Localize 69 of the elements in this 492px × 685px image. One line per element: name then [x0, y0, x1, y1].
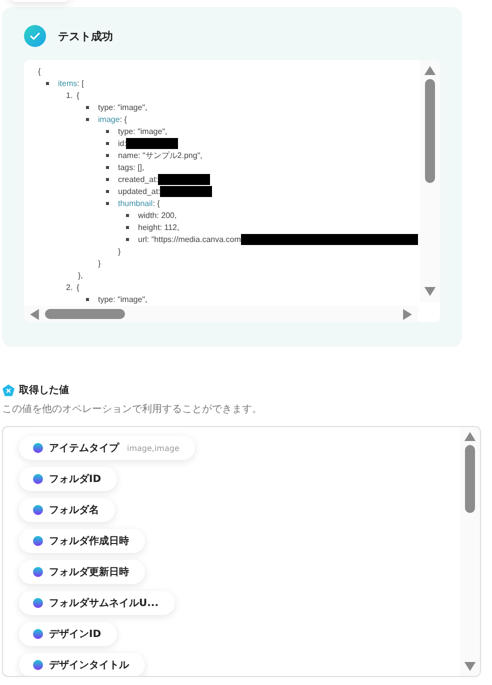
- code-text: {: [76, 90, 80, 100]
- scrollbar-thumb[interactable]: [465, 445, 475, 513]
- code-text: width: 200,: [138, 210, 177, 220]
- code-text: type: "image",: [98, 102, 148, 112]
- code-text: {: [38, 66, 41, 76]
- code-text: updated_at:: [118, 186, 160, 196]
- bullet-icon: [126, 226, 129, 228]
- app-icon: [33, 660, 43, 670]
- bullet-icon: [86, 118, 89, 120]
- code-text: height: 112,: [138, 222, 180, 232]
- value-chip[interactable]: フォルダ更新日時: [19, 560, 145, 584]
- value-chip[interactable]: フォルダID: [19, 467, 118, 491]
- bullet-icon: [106, 190, 109, 192]
- bullet-icon: [86, 298, 89, 300]
- scrollbar-thumb[interactable]: [45, 309, 125, 319]
- bullet-icon: [106, 178, 109, 180]
- section-description: この値を他のオペレーションで利用することができます。: [2, 402, 263, 416]
- scroll-right-icon[interactable]: [403, 308, 412, 320]
- scroll-down-icon[interactable]: [464, 662, 476, 671]
- bullet-icon: [106, 130, 109, 132]
- code-text: {: [76, 282, 80, 292]
- check-icon: [24, 25, 46, 47]
- code-text: }: [98, 258, 101, 268]
- bullet-icon: [106, 154, 109, 156]
- app-icon: [33, 474, 43, 484]
- app-icon: [33, 567, 43, 577]
- variable-icon: [2, 384, 15, 396]
- bullet-icon: [106, 166, 109, 168]
- bullet-icon: [86, 106, 89, 108]
- code-text: },: [78, 270, 83, 280]
- code-text: : {: [152, 198, 160, 208]
- code-text: name: "サンプル2.png",: [118, 150, 202, 160]
- bullet-icon: [126, 238, 129, 240]
- app-icon: [33, 629, 43, 639]
- list-number: 1.: [66, 90, 73, 100]
- section-title: 取得した値: [19, 384, 69, 397]
- code-text: id:: [118, 138, 126, 148]
- json-key: thumbnail: [118, 198, 153, 208]
- app-icon: [33, 443, 43, 453]
- code-text: url: "https://media.canva.com: [138, 234, 241, 244]
- app-icon: [33, 598, 43, 608]
- json-key: items: [58, 78, 78, 88]
- value-chip[interactable]: フォルダサムネイルU...: [19, 591, 175, 615]
- result-title: テスト成功: [58, 28, 113, 44]
- code-text: type: "image",: [118, 126, 168, 136]
- value-chip[interactable]: アイテムタイプ image,image: [19, 436, 196, 460]
- value-chip[interactable]: デザインID: [19, 622, 118, 646]
- bullet-icon: [106, 142, 109, 144]
- code-text: : {: [120, 114, 127, 124]
- bullet-icon: [46, 82, 49, 84]
- scroll-left-icon[interactable]: [30, 308, 39, 320]
- list-number: 2.: [66, 282, 73, 292]
- code-text: }: [118, 246, 121, 256]
- code-text: tags: [],: [118, 162, 144, 172]
- code-text: created_at:: [118, 174, 158, 184]
- value-chip[interactable]: フォルダ名: [19, 498, 115, 522]
- code-text: type: "image",: [98, 294, 148, 304]
- scrollbar-thumb[interactable]: [425, 79, 435, 183]
- scroll-up-icon[interactable]: [464, 432, 476, 441]
- app-icon: [33, 505, 43, 515]
- value-chip[interactable]: デザインタイトル: [19, 653, 145, 676]
- code-text: : [: [77, 78, 84, 88]
- scroll-up-icon[interactable]: [424, 66, 436, 75]
- value-chip[interactable]: フォルダ作成日時: [19, 529, 145, 553]
- bullet-icon: [106, 202, 109, 204]
- json-key: image: [98, 114, 120, 124]
- app-icon: [33, 536, 43, 546]
- scroll-down-icon[interactable]: [424, 287, 436, 296]
- bullet-icon: [126, 214, 129, 216]
